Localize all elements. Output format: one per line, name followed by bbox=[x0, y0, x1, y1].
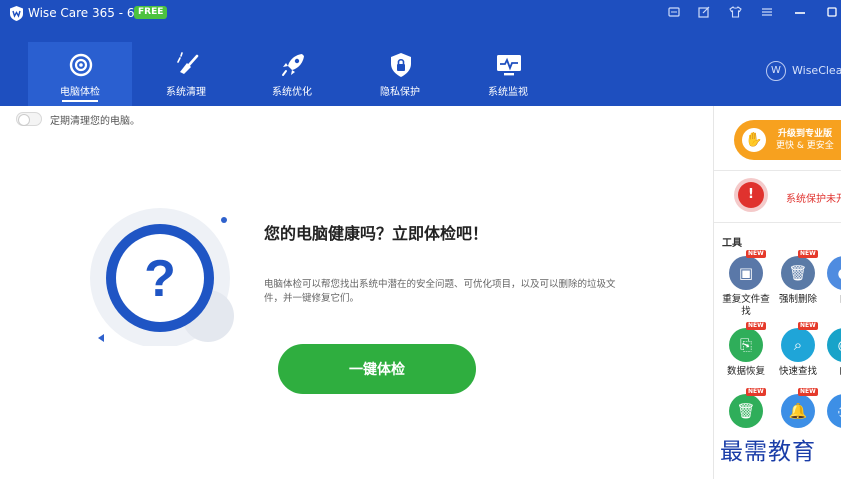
tab-pc-checkup[interactable]: 电脑体检 bbox=[28, 42, 132, 106]
tool-label: 内 bbox=[818, 366, 841, 378]
watermark-text: 最需教育 bbox=[720, 439, 816, 465]
question-mark-glyph: ? bbox=[144, 250, 176, 308]
schedule-label: 定期清理您的电脑。 bbox=[50, 116, 140, 127]
tool-label: 强制删除 bbox=[778, 294, 817, 305]
wisecleaner-logo: W bbox=[766, 61, 786, 81]
tab-system-monitor[interactable]: 系统监视 bbox=[456, 42, 560, 106]
side-divider bbox=[714, 222, 841, 223]
crosshair-target-icon bbox=[69, 53, 93, 77]
main-panel: 定期清理您的电脑。 ? 您的电脑健康吗？立即体检吧！ 电脑体检可以帮您找出系统中… bbox=[0, 106, 713, 479]
bell-icon: 🔔 bbox=[781, 394, 815, 428]
upgrade-pro-button[interactable]: ✋ 升级到专业版 更快 & 更安全 bbox=[734, 120, 841, 160]
tab-privacy-protect[interactable]: 隐私保护 bbox=[348, 42, 452, 106]
tool-quick-search[interactable]: ⌕ NEW 快速查找 bbox=[776, 322, 818, 384]
new-badge: NEW bbox=[746, 322, 766, 330]
tab-label: 系统监视 bbox=[488, 87, 528, 98]
broom-icon bbox=[177, 52, 199, 74]
extra-tool-icon: ◌ bbox=[827, 394, 841, 428]
schedule-toggle[interactable] bbox=[16, 112, 42, 126]
tool-data-recovery[interactable]: ⎘ NEW 数据恢复 bbox=[724, 322, 766, 384]
shield-alert-icon[interactable]: ! bbox=[734, 178, 768, 212]
skin-shirt-icon[interactable] bbox=[727, 6, 743, 22]
free-badge: FREE bbox=[134, 6, 168, 19]
upgrade-subtitle: 更快 & 更安全 bbox=[776, 141, 834, 151]
rocket-icon bbox=[282, 54, 304, 76]
page-title: 您的电脑健康吗？立即体检吧！ bbox=[264, 224, 489, 243]
tools-heading: 工具 bbox=[722, 238, 742, 249]
duplicate-file-icon: ▣ bbox=[729, 256, 763, 290]
tool-label: 自 bbox=[818, 294, 841, 306]
title-bar: Wise Care 365 - 6.3.7 FREE bbox=[0, 0, 841, 28]
tab-system-optimize[interactable]: 系统优化 bbox=[240, 42, 344, 106]
checkup-description: 电脑体检可以帮您找出系统中潜在的安全问题、可优化项目，以及可以删除的垃圾文件，并… bbox=[264, 279, 616, 304]
side-panel: ✋ 升级到专业版 更快 & 更安全 ! 系统保护未开 工具 ▣ NEW 重复文件… bbox=[713, 106, 841, 479]
new-badge: NEW bbox=[746, 388, 766, 396]
tool-label: 重复文件查找 bbox=[722, 294, 770, 317]
app-window: Wise Care 365 - 6.3.7 FREE 电脑体检 系统清理 系统优… bbox=[0, 0, 841, 479]
tool-label: 快速查找 bbox=[778, 366, 817, 377]
shield-lock-icon bbox=[391, 53, 411, 77]
memory-tool-icon: ◉ bbox=[827, 328, 841, 362]
question-shield-illustration: ? bbox=[90, 208, 234, 346]
tab-label: 隐私保护 bbox=[380, 87, 420, 98]
active-tab-indicator bbox=[62, 100, 98, 102]
monitor-pulse-icon bbox=[497, 55, 521, 76]
side-divider bbox=[714, 170, 841, 171]
maximize-icon[interactable] bbox=[824, 6, 840, 22]
new-badge: NEW bbox=[798, 250, 818, 258]
trash-icon: 🗑 bbox=[781, 256, 815, 290]
tool-memory[interactable]: ◉ 内 bbox=[822, 328, 841, 384]
new-badge: NEW bbox=[798, 322, 818, 330]
tool-force-delete[interactable]: 🗑 NEW 强制删除 bbox=[776, 250, 818, 312]
magnifier-icon: ⌕ bbox=[781, 328, 815, 362]
tool-auto[interactable]: ◐ 自 bbox=[822, 256, 841, 312]
header-bar: Wise Care 365 - 6.3.7 FREE 电脑体检 系统清理 系统优… bbox=[0, 0, 841, 106]
tab-system-clean[interactable]: 系统清理 bbox=[134, 42, 238, 106]
tab-label: 系统优化 bbox=[272, 87, 312, 98]
tool-extra[interactable]: ◌ bbox=[822, 394, 841, 450]
upgrade-hand-icon: ✋ bbox=[742, 128, 766, 152]
recycle-trash-icon: 🗑 bbox=[729, 394, 763, 428]
minimize-icon[interactable] bbox=[792, 6, 808, 22]
protection-status-label[interactable]: 系统保护未开 bbox=[786, 190, 841, 205]
tab-label: 系统清理 bbox=[166, 87, 206, 98]
tab-label: 电脑体检 bbox=[60, 87, 100, 98]
menu-icon[interactable] bbox=[759, 6, 775, 22]
data-recovery-icon: ⎘ bbox=[729, 328, 763, 362]
edit-icon[interactable] bbox=[696, 6, 712, 22]
app-logo-icon bbox=[10, 6, 23, 21]
new-badge: NEW bbox=[798, 388, 818, 396]
one-click-checkup-button[interactable]: 一键体检 bbox=[278, 344, 476, 394]
tool-duplicate-finder[interactable]: ▣ NEW 重复文件查找 bbox=[722, 250, 770, 317]
new-badge: NEW bbox=[746, 250, 766, 258]
tool-label: 数据恢复 bbox=[726, 366, 765, 377]
auto-tool-icon: ◐ bbox=[827, 256, 841, 290]
wisecleaner-brand: WiseClea bbox=[792, 64, 841, 77]
message-icon[interactable] bbox=[666, 6, 682, 22]
